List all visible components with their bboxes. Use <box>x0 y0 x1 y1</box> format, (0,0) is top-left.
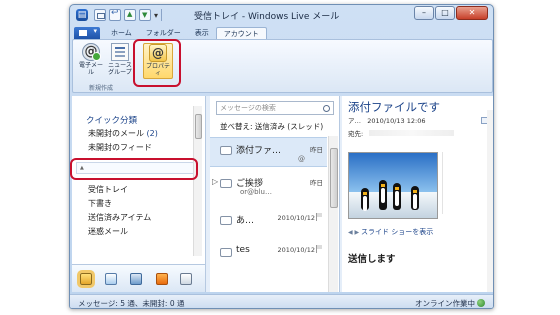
properties-highlight-ring <box>133 39 181 87</box>
message-date: 2010/10/12 <box>277 214 315 222</box>
send-receive-up-icon[interactable] <box>124 9 136 21</box>
reading-pane-scrollbar[interactable] <box>487 110 493 292</box>
reading-date: 2010/10/13 12:06 <box>367 117 426 125</box>
message-row[interactable]: あ… 2010/10/12 <box>210 208 327 238</box>
slideshow-link[interactable]: ◀ ▶ スライド ショーを表示 <box>348 227 433 237</box>
folder-pane: クイック分類 未開封のメール (2) 未開封のフィード 受信トレイ 下書き 送信… <box>72 96 206 264</box>
nav-item-sent[interactable]: 送信済みアイテム <box>88 212 151 223</box>
message-date: 昨日 <box>310 179 323 187</box>
flag-icon[interactable] <box>316 245 323 253</box>
message-row[interactable]: ▷ ご挨拶 昨日 or@blu… <box>210 171 327 201</box>
new-mail-icon[interactable] <box>94 9 106 21</box>
slideshow-arrows-icon[interactable]: ◀ ▶ <box>348 229 361 236</box>
ribbon-tabs: ホーム フォルダー 表示 アカウント <box>70 25 493 39</box>
reading-pane: 添付ファイルです ア… 2010/10/13 12:06 宛先: ◀ ▶ スライ… <box>342 96 493 292</box>
nav-item-inbox[interactable]: 受信トレイ <box>88 184 128 195</box>
mail-module-icon[interactable] <box>77 270 95 288</box>
globe-icon <box>477 299 485 307</box>
newsgroups-module-icon[interactable] <box>180 273 192 285</box>
newsgroup-button[interactable]: ニュース グループ <box>106 43 134 79</box>
folder-pane-scrollbar[interactable] <box>193 106 202 256</box>
message-subject: 添付ファ… <box>236 146 282 156</box>
calendar-module-icon[interactable] <box>105 273 117 285</box>
folder-pane-scroll-thumb[interactable] <box>195 114 202 139</box>
feeds-module-icon[interactable] <box>156 273 168 285</box>
close-button[interactable]: ✕ <box>456 6 488 20</box>
message-subject: tes <box>236 245 250 255</box>
message-list-scroll-thumb[interactable] <box>330 148 338 208</box>
qat-separator <box>161 9 163 21</box>
message-row[interactable]: tes 2010/10/12 <box>210 240 327 270</box>
status-bar: メッセージ: 5 通、未開封: 0 通 オンライン作業中 <box>70 294 493 308</box>
message-date: 昨日 <box>310 146 323 154</box>
newsgroup-label: ニュース グループ <box>108 62 132 76</box>
reading-body-heading: 送信します <box>348 254 396 265</box>
message-row[interactable]: 添付ファ… 昨日 @ <box>210 137 327 167</box>
module-switcher <box>72 264 206 292</box>
envelope-icon <box>220 179 232 188</box>
envelope-icon <box>220 248 232 257</box>
message-list-scrollbar[interactable] <box>328 136 338 292</box>
attachment-icon: @ <box>298 155 305 163</box>
main-area: クイック分類 未開封のメール (2) 未開封のフィード 受信トレイ 下書き 送信… <box>70 96 493 292</box>
email-account-button[interactable]: @ 電子メール <box>77 43 105 79</box>
file-menu-button[interactable] <box>74 27 100 39</box>
reading-side-area <box>442 152 486 214</box>
message-list-pane: メッセージの検索 並べ替え: 送信済み (スレッド) 添付ファ… 昨日 @ ▷ … <box>210 96 340 292</box>
nav-item-unread-mail[interactable]: 未開封のメール (2) <box>88 128 158 139</box>
qat-dropdown-icon[interactable]: ▾ <box>154 11 158 20</box>
title-bar: ▤ ▾ 受信トレイ - Windows Live メール – □ ✕ <box>70 5 493 25</box>
app-window: ▤ ▾ 受信トレイ - Windows Live メール – □ ✕ ホーム フ… <box>69 4 494 309</box>
window-title: 受信トレイ - Windows Live メール <box>194 12 340 22</box>
recipient-redacted <box>369 130 455 136</box>
nav-item-junk[interactable]: 迷惑メール <box>88 226 128 237</box>
reading-sender[interactable]: ア… <box>348 117 361 125</box>
quick-views-heading[interactable]: クイック分類 <box>86 114 137 126</box>
penguin-figure <box>393 183 401 210</box>
attached-photo[interactable] <box>348 152 438 219</box>
account-highlight-ring <box>70 158 198 180</box>
tab-home[interactable]: ホーム <box>104 27 139 39</box>
tab-view[interactable]: 表示 <box>188 27 216 39</box>
status-online[interactable]: オンライン作業中 <box>415 298 485 308</box>
sort-by-label[interactable]: 並べ替え: 送信済み (スレッド) <box>220 121 323 132</box>
maximize-button[interactable]: □ <box>435 6 455 20</box>
email-account-icon: @ <box>82 43 101 61</box>
status-online-label: オンライン作業中 <box>415 299 475 308</box>
message-sender: or@blu… <box>240 188 272 196</box>
contacts-module-icon[interactable] <box>130 273 142 285</box>
newsgroup-icon <box>111 43 129 61</box>
message-date: 2010/10/12 <box>277 246 315 254</box>
penguin-figure <box>361 188 369 211</box>
ribbon-group-label: 新規作成 <box>89 85 114 92</box>
minimize-button[interactable]: – <box>414 6 434 20</box>
email-account-label: 電子メール <box>78 62 103 76</box>
app-icon[interactable]: ▤ <box>76 9 88 21</box>
envelope-icon <box>220 216 232 225</box>
reply-icon[interactable] <box>109 8 121 21</box>
slideshow-label: スライド ショーを表示 <box>361 228 434 236</box>
send-receive-down-icon[interactable] <box>139 9 151 21</box>
message-search-input[interactable]: メッセージの検索 <box>216 101 334 115</box>
reading-to-line: 宛先: <box>348 128 455 138</box>
window-controls: – □ ✕ <box>414 6 488 20</box>
reading-to-label: 宛先: <box>348 130 364 138</box>
thread-expander-icon[interactable]: ▷ <box>212 177 218 186</box>
flag-icon[interactable] <box>316 213 323 221</box>
nav-item-drafts[interactable]: 下書き <box>88 198 112 209</box>
envelope-icon <box>220 146 232 155</box>
tab-accounts[interactable]: アカウント <box>215 27 267 39</box>
reading-subject: 添付ファイルです <box>348 100 440 114</box>
unread-mail-label: 未開封のメール <box>88 129 144 138</box>
status-message-count: メッセージ: 5 通、未開封: 0 通 <box>78 299 185 308</box>
reading-from-line: ア… 2010/10/13 12:06 <box>348 115 425 125</box>
tab-folder[interactable]: フォルダー <box>139 27 188 39</box>
penguin-figure <box>379 180 387 210</box>
penguin-figure <box>411 186 419 210</box>
unread-mail-count: (2) <box>146 129 158 138</box>
message-subject: あ… <box>236 216 255 226</box>
nav-item-unread-feeds[interactable]: 未開封のフィード <box>88 142 152 153</box>
quick-access-toolbar: ▾ <box>94 8 163 22</box>
